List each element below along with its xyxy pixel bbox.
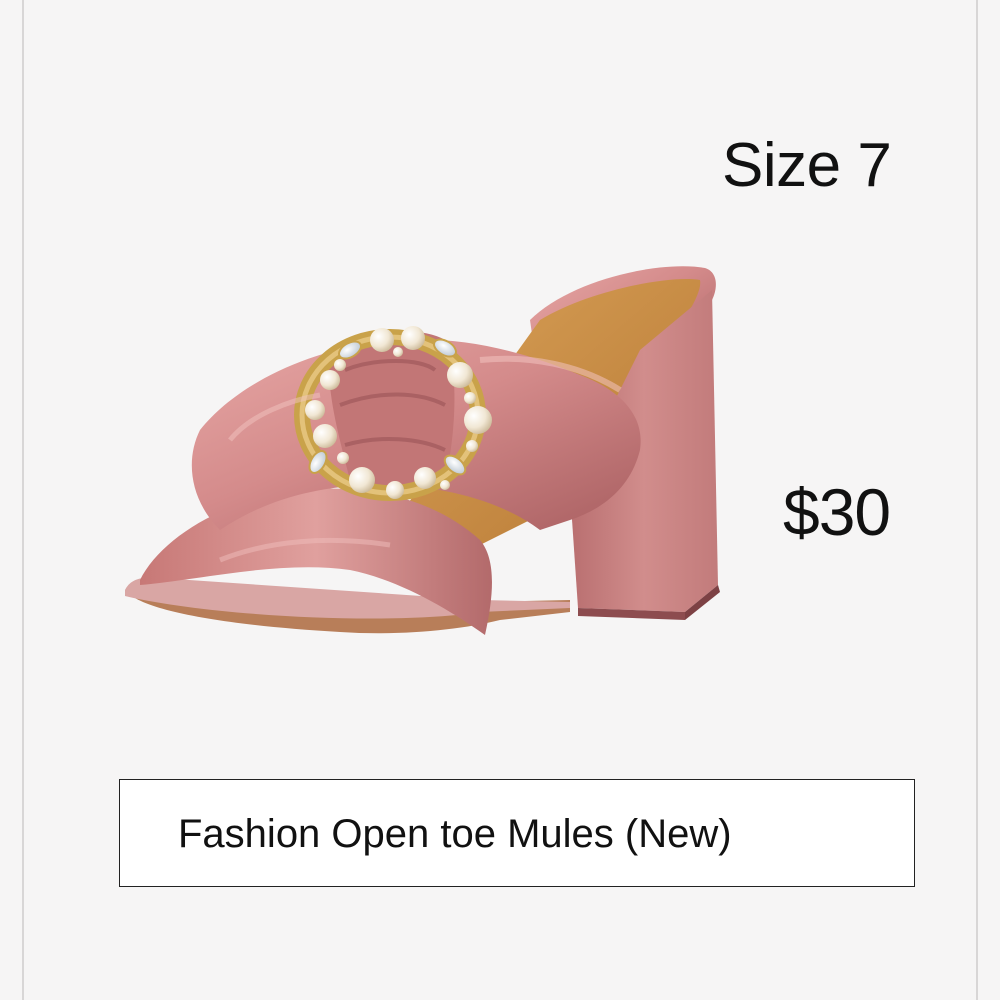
left-border-line [22,0,24,1000]
product-title-box: Fashion Open toe Mules (New) [119,779,915,887]
product-title: Fashion Open toe Mules (New) [178,812,732,856]
product-image[interactable] [100,240,740,660]
price-label: $30 [783,475,891,549]
size-label: Size 7 [722,131,892,200]
listing-card: Size 7 $30 Fashion Open toe Mules (New) [0,0,1000,1000]
right-border-line [976,0,978,1000]
